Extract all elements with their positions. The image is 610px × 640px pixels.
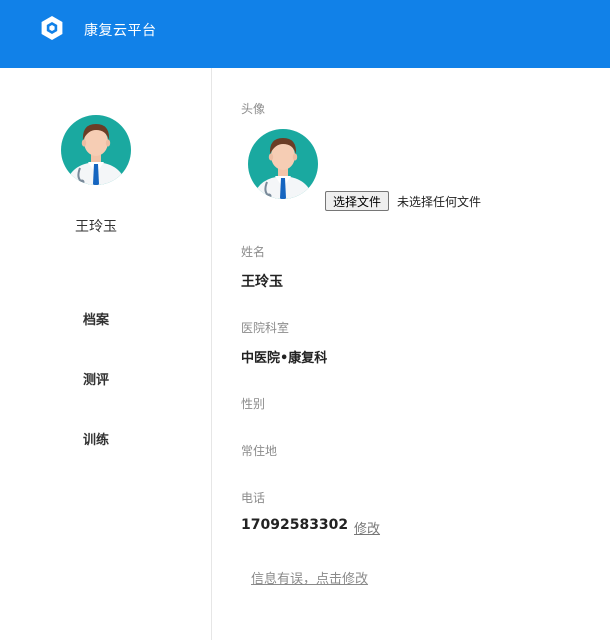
profile-panel: 头像 选择文件 未选择任何文件 姓名 王玲玉 医院科室 中医院•康复科 性别 常… [241,68,601,640]
avatar-label: 头像 [241,102,266,116]
phone-label: 电话 [241,491,266,505]
name-label: 姓名 [241,245,266,259]
report-error-link[interactable]: 信息有误，点击修改 [251,568,368,587]
department-label: 医院科室 [241,321,290,335]
app-title: 康复云平台 [84,23,157,39]
file-status-text: 未选择任何文件 [397,195,482,209]
sidebar-item-training[interactable]: 训练 [0,432,192,492]
sidebar: 王玲玉 档案 测评 训练 [0,68,212,640]
department-value: 中医院•康复科 [241,351,328,366]
sidebar-nav: 档案 测评 训练 [0,312,192,492]
sidebar-item-assessment[interactable]: 测评 [0,372,192,432]
doctor-avatar-icon [61,115,131,185]
top-header: 康复云平台 [0,0,610,68]
phone-value: 17092583302 [241,517,349,533]
sidebar-item-archive[interactable]: 档案 [0,312,192,372]
profile-avatar-icon [248,129,318,199]
hexagon-logo-icon[interactable] [39,15,65,41]
sidebar-user-name: 王玲玉 [75,219,117,235]
choose-file-button[interactable]: 选择文件 [325,191,390,211]
edit-phone-link[interactable]: 修改 [354,518,380,537]
gender-label: 性别 [241,397,266,411]
residence-label: 常住地 [241,444,278,458]
name-value: 王玲玉 [241,274,283,290]
